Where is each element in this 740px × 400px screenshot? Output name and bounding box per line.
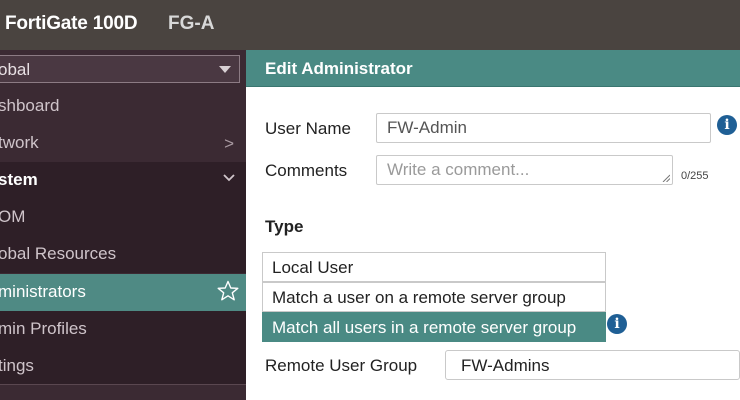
- panel-header: Edit Administrator: [246, 50, 740, 87]
- star-icon[interactable]: [216, 279, 240, 303]
- type-label: Type: [265, 217, 304, 236]
- sidebar-item-label: stem: [0, 170, 38, 189]
- type-option-label: Local User: [272, 258, 354, 277]
- sidebar-item-admin-profiles[interactable]: min Profiles: [0, 311, 246, 348]
- comments-placeholder: Write a comment...: [387, 160, 530, 179]
- chevron-right-icon: >: [224, 134, 234, 153]
- info-icon[interactable]: i: [717, 115, 737, 135]
- user-name-value: FW-Admin: [387, 118, 467, 137]
- sidebar-item-label: OM: [0, 207, 26, 226]
- sidebar-item-dashboard[interactable]: shboard: [0, 88, 246, 125]
- sidebar-item-network[interactable]: twork >: [0, 125, 246, 162]
- type-option-match-user-remote[interactable]: Match a user on a remote server group: [262, 282, 606, 312]
- top-bar: FortiGate 100D FG-A: [0, 0, 740, 50]
- character-counter: 0/255: [681, 170, 709, 182]
- sidebar-divider: [0, 384, 246, 385]
- remote-user-group-value: FW-Admins: [461, 356, 550, 375]
- info-icon[interactable]: i: [607, 314, 627, 334]
- user-name-input[interactable]: FW-Admin: [376, 113, 711, 143]
- sidebar-item-settings[interactable]: tings: [0, 348, 246, 385]
- caret-down-icon: [219, 66, 231, 73]
- chevron-down-icon: [223, 174, 235, 182]
- type-option-local-user[interactable]: Local User: [262, 252, 606, 282]
- sidebar-item-administrators[interactable]: ministrators: [0, 274, 246, 311]
- resize-grip-icon[interactable]: [662, 174, 670, 182]
- type-option-match-all-remote[interactable]: Match all users in a remote server group: [262, 312, 606, 342]
- hostname: FG-A: [168, 13, 215, 34]
- type-option-label: Match a user on a remote server group: [272, 288, 566, 307]
- vdom-selector[interactable]: obal: [0, 55, 240, 83]
- sidebar-item-label: tings: [0, 356, 34, 375]
- sidebar-item-label: shboard: [0, 96, 60, 115]
- device-name: FortiGate 100D: [5, 13, 138, 34]
- remote-user-group-select[interactable]: FW-Admins: [445, 350, 740, 380]
- user-name-label: User Name: [265, 119, 351, 138]
- remote-user-group-label: Remote User Group: [265, 356, 418, 375]
- sidebar-item-vdom[interactable]: OM: [0, 199, 246, 236]
- type-option-label: Match all users in a remote server group: [272, 318, 577, 337]
- comments-label: Comments: [265, 161, 348, 180]
- sidebar-item-label: min Profiles: [0, 319, 87, 338]
- sidebar-item-system[interactable]: stem: [0, 162, 246, 199]
- sidebar-item-label: ministrators: [0, 282, 86, 301]
- page-title: Edit Administrator: [265, 59, 413, 78]
- sidebar-item-global-resources[interactable]: obal Resources: [0, 236, 246, 273]
- sidebar-item-label: obal Resources: [0, 244, 117, 263]
- vdom-selector-value: obal: [0, 60, 31, 79]
- comments-textarea[interactable]: Write a comment...: [376, 155, 673, 185]
- sidebar-item-label: twork: [0, 133, 39, 152]
